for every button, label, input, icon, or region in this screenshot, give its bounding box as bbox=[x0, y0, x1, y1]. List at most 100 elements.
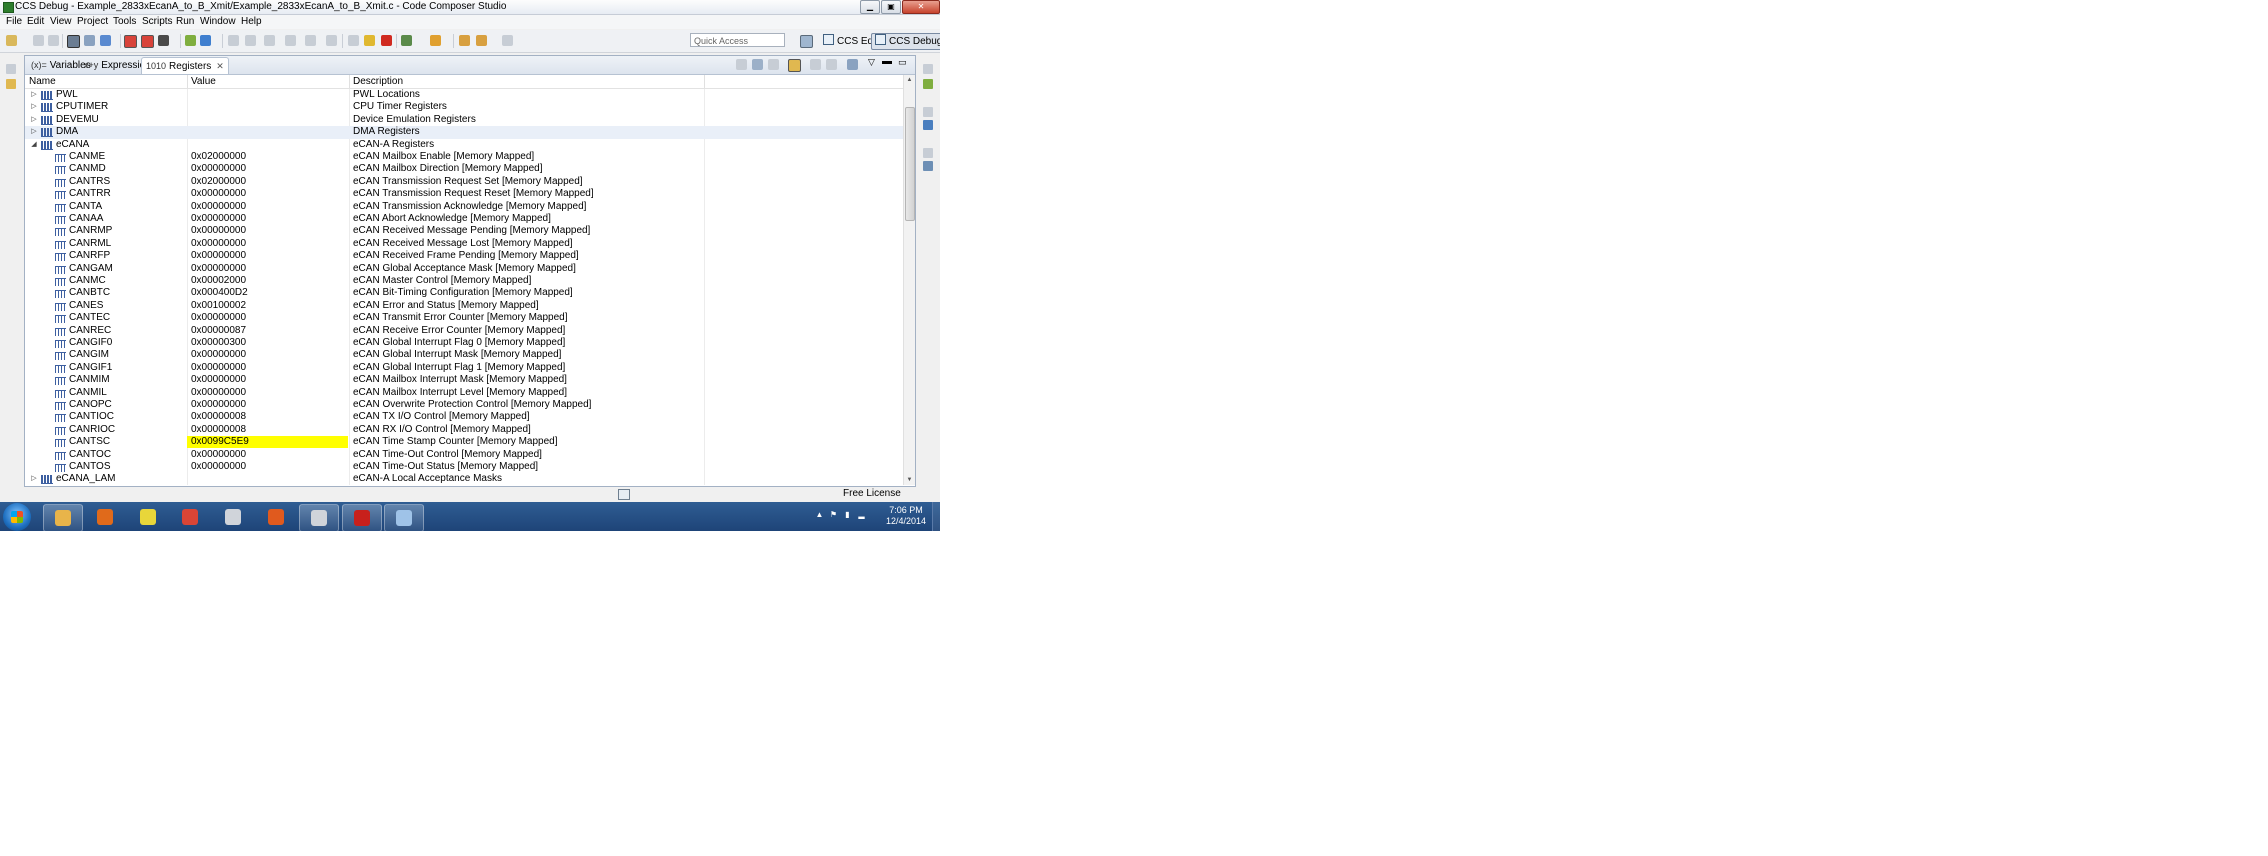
view-menu-icon[interactable]: ▽ bbox=[868, 57, 875, 68]
register-value-cell[interactable]: 0x00000000 bbox=[187, 387, 348, 399]
taskbar-app-cube-app[interactable] bbox=[214, 504, 252, 530]
taskbar-app-acrobat[interactable] bbox=[342, 504, 382, 531]
taskbar-app-app-yellow-eye[interactable] bbox=[129, 504, 167, 530]
debug-view-icon[interactable] bbox=[67, 35, 80, 48]
register-value-cell[interactable]: 0x00002000 bbox=[187, 275, 348, 287]
register-group-row[interactable]: ▷ PWL PWL Locations bbox=[25, 89, 903, 101]
resume-icon[interactable] bbox=[348, 35, 359, 46]
register-value-cell[interactable]: 0x00000008 bbox=[187, 411, 348, 423]
register-value-cell[interactable]: 0x02000000 bbox=[187, 176, 348, 188]
register-value-cell[interactable]: 0x00000000 bbox=[187, 213, 348, 225]
register-value-cell[interactable]: 0x00000000 bbox=[187, 312, 348, 324]
register-value-cell[interactable]: 0x00000000 bbox=[187, 163, 348, 175]
close-button[interactable]: ✕ bbox=[902, 0, 940, 14]
register-value-cell[interactable]: 0x00000300 bbox=[187, 337, 348, 349]
register-group-row[interactable]: ▷ CPUTIMER CPU Timer Registers bbox=[25, 101, 903, 113]
register-row[interactable]: CANRFP 0x00000000 eCAN Received Frame Pend… bbox=[25, 250, 903, 262]
register-value-cell[interactable] bbox=[187, 89, 348, 101]
load-program-icon[interactable] bbox=[185, 35, 196, 46]
vertical-scrollbar[interactable]: ▲ ▼ bbox=[903, 75, 915, 485]
register-row[interactable]: CANGAM 0x00000000 eCAN Global Acceptance M… bbox=[25, 263, 903, 275]
menu-view[interactable]: View bbox=[50, 16, 72, 27]
status-icon[interactable] bbox=[618, 489, 630, 500]
connect-icon[interactable] bbox=[100, 35, 111, 46]
restore-icon[interactable] bbox=[923, 107, 933, 117]
register-row[interactable]: CANRIOC 0x00000008 eCAN RX I/O Control [Me… bbox=[25, 424, 903, 436]
register-value-cell[interactable]: 0x00000000 bbox=[187, 461, 348, 473]
taskbar-app-chrome[interactable] bbox=[171, 504, 209, 530]
register-row[interactable]: CANTSC 0x0099C5E9 eCAN Time Stamp Counter … bbox=[25, 436, 903, 449]
register-row[interactable]: CANBTC 0x000400D2 eCAN Bit-Timing Configur… bbox=[25, 287, 903, 299]
quick-access-input[interactable]: Quick Access bbox=[690, 33, 785, 47]
build-config-icon[interactable] bbox=[401, 35, 412, 46]
register-group-row[interactable]: ▷ eCANA_LAM eCAN-A Local Acceptance Masks bbox=[25, 473, 903, 485]
expand-icon[interactable]: ▷ bbox=[30, 126, 38, 138]
menu-help[interactable]: Help bbox=[241, 16, 262, 27]
reset-icon[interactable] bbox=[285, 35, 296, 46]
breakpoint-icon[interactable] bbox=[124, 35, 137, 48]
register-row[interactable]: CANRMP 0x00000000 eCAN Received Message Pe… bbox=[25, 225, 903, 237]
register-row[interactable]: CANMC 0x00002000 eCAN Master Control [Memo… bbox=[25, 275, 903, 287]
tab-registers[interactable]: 1010 Registers ✕ bbox=[141, 57, 229, 74]
register-value-cell[interactable]: 0x00000000 bbox=[187, 201, 348, 213]
column-description[interactable]: Description bbox=[353, 76, 403, 87]
menu-project[interactable]: Project bbox=[77, 16, 108, 27]
expand-icon[interactable]: ▷ bbox=[30, 473, 38, 485]
new-view-icon[interactable] bbox=[826, 59, 837, 70]
register-value-cell[interactable]: 0x00000000 bbox=[187, 449, 348, 461]
register-row[interactable]: CANGIF0 0x00000300 eCAN Global Interrupt F… bbox=[25, 337, 903, 349]
restore-icon[interactable] bbox=[6, 64, 16, 74]
register-value-cell[interactable]: 0x02000000 bbox=[187, 151, 348, 163]
register-row[interactable]: CANTRR 0x00000000 eCAN Transmission Reques… bbox=[25, 188, 903, 200]
register-row[interactable]: CANME 0x02000000 eCAN Mailbox Enable [Memo… bbox=[25, 151, 903, 163]
register-value-cell[interactable]: 0x00000000 bbox=[187, 362, 348, 374]
terminate-all-icon[interactable] bbox=[158, 35, 169, 46]
maximize-button[interactable]: ▣ bbox=[881, 0, 901, 14]
taskbar-app-firefox[interactable] bbox=[86, 504, 124, 530]
register-value-cell[interactable]: 0x0099C5E9 bbox=[187, 436, 348, 449]
scroll-down-icon[interactable]: ▼ bbox=[904, 475, 915, 485]
register-value-cell[interactable] bbox=[187, 101, 348, 113]
maximize-view-icon[interactable]: ▭ bbox=[898, 57, 907, 68]
outline-icon[interactable] bbox=[923, 161, 933, 171]
search-icon[interactable] bbox=[430, 35, 441, 46]
menu-scripts[interactable]: Scripts bbox=[142, 16, 173, 27]
back-icon[interactable] bbox=[476, 35, 487, 46]
register-value-cell[interactable]: 0x00000000 bbox=[187, 238, 348, 250]
link-icon[interactable] bbox=[84, 35, 95, 46]
register-value-cell[interactable]: 0x00000000 bbox=[187, 263, 348, 275]
register-row[interactable]: CANTOC 0x00000000 eCAN Time-Out Control [M… bbox=[25, 449, 903, 461]
project-explorer-icon[interactable] bbox=[6, 79, 16, 89]
column-value[interactable]: Value bbox=[191, 76, 216, 87]
console-icon[interactable] bbox=[923, 120, 933, 130]
register-row[interactable]: CANOPC 0x00000000 eCAN Overwrite Protectio… bbox=[25, 399, 903, 411]
taskbar-app-matlab[interactable] bbox=[257, 504, 295, 530]
step-into-icon[interactable] bbox=[228, 35, 239, 46]
forward-icon[interactable] bbox=[502, 35, 513, 46]
register-row[interactable]: CANAA 0x00000000 eCAN Abort Acknowledge [M… bbox=[25, 213, 903, 225]
expand-icon[interactable]: ▷ bbox=[30, 89, 38, 101]
auto-refresh-icon[interactable] bbox=[788, 59, 801, 72]
register-row[interactable]: CANMIM 0x00000000 eCAN Mailbox Interrupt M… bbox=[25, 374, 903, 386]
minimize-view-icon[interactable]: ▬ bbox=[882, 56, 892, 67]
register-value-cell[interactable]: 0x00000000 bbox=[187, 349, 348, 361]
register-value-cell[interactable] bbox=[187, 126, 348, 138]
register-group-row[interactable]: ▷ DEVEMU Device Emulation Registers bbox=[25, 114, 903, 126]
last-edit-icon[interactable] bbox=[459, 35, 470, 46]
register-value-cell[interactable]: 0x00000000 bbox=[187, 250, 348, 262]
save-icon[interactable] bbox=[33, 35, 44, 46]
register-value-cell[interactable] bbox=[187, 473, 348, 485]
register-row[interactable]: CANTEC 0x00000000 eCAN Transmit Error Coun… bbox=[25, 312, 903, 324]
register-value-cell[interactable]: 0x00100002 bbox=[187, 300, 348, 312]
new-group-icon[interactable] bbox=[752, 59, 763, 70]
menu-edit[interactable]: Edit bbox=[27, 16, 44, 27]
action-center-icon[interactable]: ⚑ bbox=[829, 510, 838, 520]
column-name[interactable]: Name bbox=[29, 76, 56, 87]
new-icon[interactable] bbox=[6, 35, 17, 46]
register-row[interactable]: CANMD 0x00000000 eCAN Mailbox Direction [M… bbox=[25, 163, 903, 175]
show-desktop-button[interactable] bbox=[932, 502, 940, 531]
register-value-cell[interactable]: 0x000400D2 bbox=[187, 287, 348, 299]
suspend-icon[interactable] bbox=[364, 35, 375, 46]
debug-icon[interactable] bbox=[200, 35, 211, 46]
register-row[interactable]: CANTOS 0x00000000 eCAN Time-Out Status [Me… bbox=[25, 461, 903, 473]
